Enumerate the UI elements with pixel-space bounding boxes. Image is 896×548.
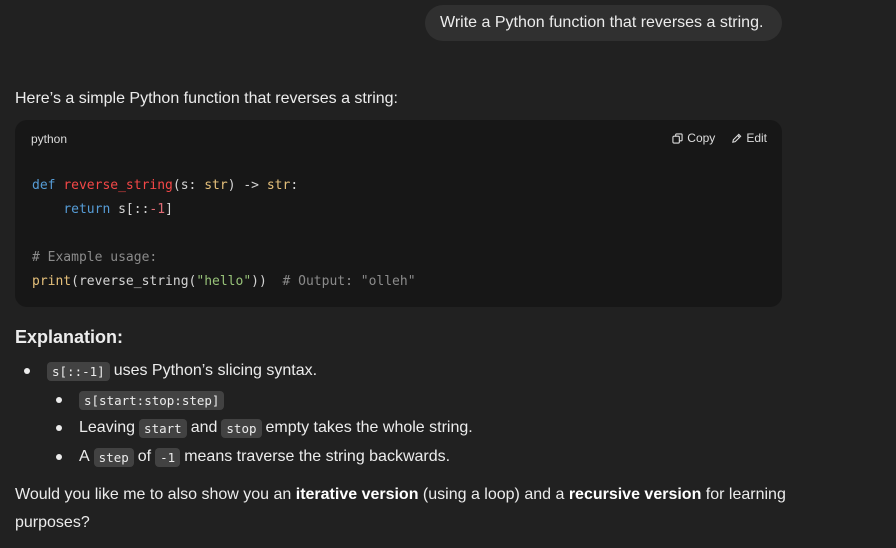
assistant-intro-text: Here’s a simple Python function that rev… (15, 90, 398, 107)
code-token: (reverse_string( (71, 274, 197, 289)
bullet-dot (56, 454, 62, 460)
code-token: -1 (149, 202, 166, 217)
list-item-text: of (137, 448, 152, 465)
list-item: s[start:stop:step] (75, 389, 228, 411)
inline-code: s[::-1] (47, 361, 110, 381)
code-token: str (266, 178, 291, 193)
closing-text: (using a loop) and a (418, 486, 569, 503)
closing-bold: iterative version (295, 486, 419, 503)
code-token: def (32, 178, 56, 193)
code-token: reverse_string (63, 178, 173, 193)
inline-code: stop (221, 418, 262, 438)
pencil-icon (732, 133, 742, 143)
code-content: def reverse_string(s: str) -> str: retur… (32, 174, 416, 294)
list-item: Leaving start and stop empty takes the w… (79, 417, 473, 439)
user-message-text: Write a Python function that reverses a … (440, 14, 764, 31)
code-actions: Copy Edit (672, 131, 767, 145)
code-token: : (290, 178, 299, 193)
list-item-text: uses Python’s slicing syntax. (113, 362, 318, 379)
code-token: str (204, 178, 228, 193)
code-token: print (32, 274, 72, 289)
copy-label: Copy (687, 131, 716, 145)
user-message-bubble: Write a Python function that reverses a … (425, 5, 782, 41)
code-token: # Example usage: (32, 250, 158, 265)
code-block: python Copy Edit def reverse_string(s: s… (15, 120, 782, 307)
code-token: s[:: (110, 202, 150, 217)
list-item-text: empty takes the whole string. (265, 419, 473, 436)
copy-icon (672, 132, 683, 144)
inline-code: step (93, 447, 134, 467)
inline-code: s[start:stop:step] (79, 390, 225, 410)
bullet-dot (56, 397, 62, 403)
code-token: ] (165, 202, 173, 217)
list-item: s[::-1] uses Python’s slicing syntax. (43, 360, 317, 382)
bullet-dot (24, 368, 30, 374)
list-item: A step of -1 means traverse the string b… (79, 446, 450, 468)
inline-code: start (139, 418, 187, 438)
code-token: (s: (172, 178, 205, 193)
closing-paragraph: Would you like me to also show you an it… (15, 481, 795, 537)
edit-label: Edit (746, 131, 767, 145)
code-language-label: python (31, 132, 68, 146)
list-item-text: A (79, 448, 90, 465)
closing-text: Would you like me to also show you an (15, 486, 296, 503)
code-token: return (63, 202, 111, 217)
list-item-text: means traverse the string backwards. (184, 448, 451, 465)
code-token: # Output: "olleh" (282, 274, 416, 289)
copy-button[interactable]: Copy (672, 131, 715, 145)
list-item-text: Leaving (79, 419, 136, 436)
code-token: ) -> (227, 178, 267, 193)
explanation-heading: Explanation: (15, 327, 124, 347)
bullet-dot (56, 425, 62, 431)
closing-bold: recursive version (568, 486, 702, 503)
inline-code: -1 (155, 447, 181, 467)
code-token: )) (251, 274, 283, 289)
edit-button[interactable]: Edit (731, 131, 767, 145)
code-token: "hello" (196, 274, 252, 289)
list-item-text: and (190, 419, 218, 436)
